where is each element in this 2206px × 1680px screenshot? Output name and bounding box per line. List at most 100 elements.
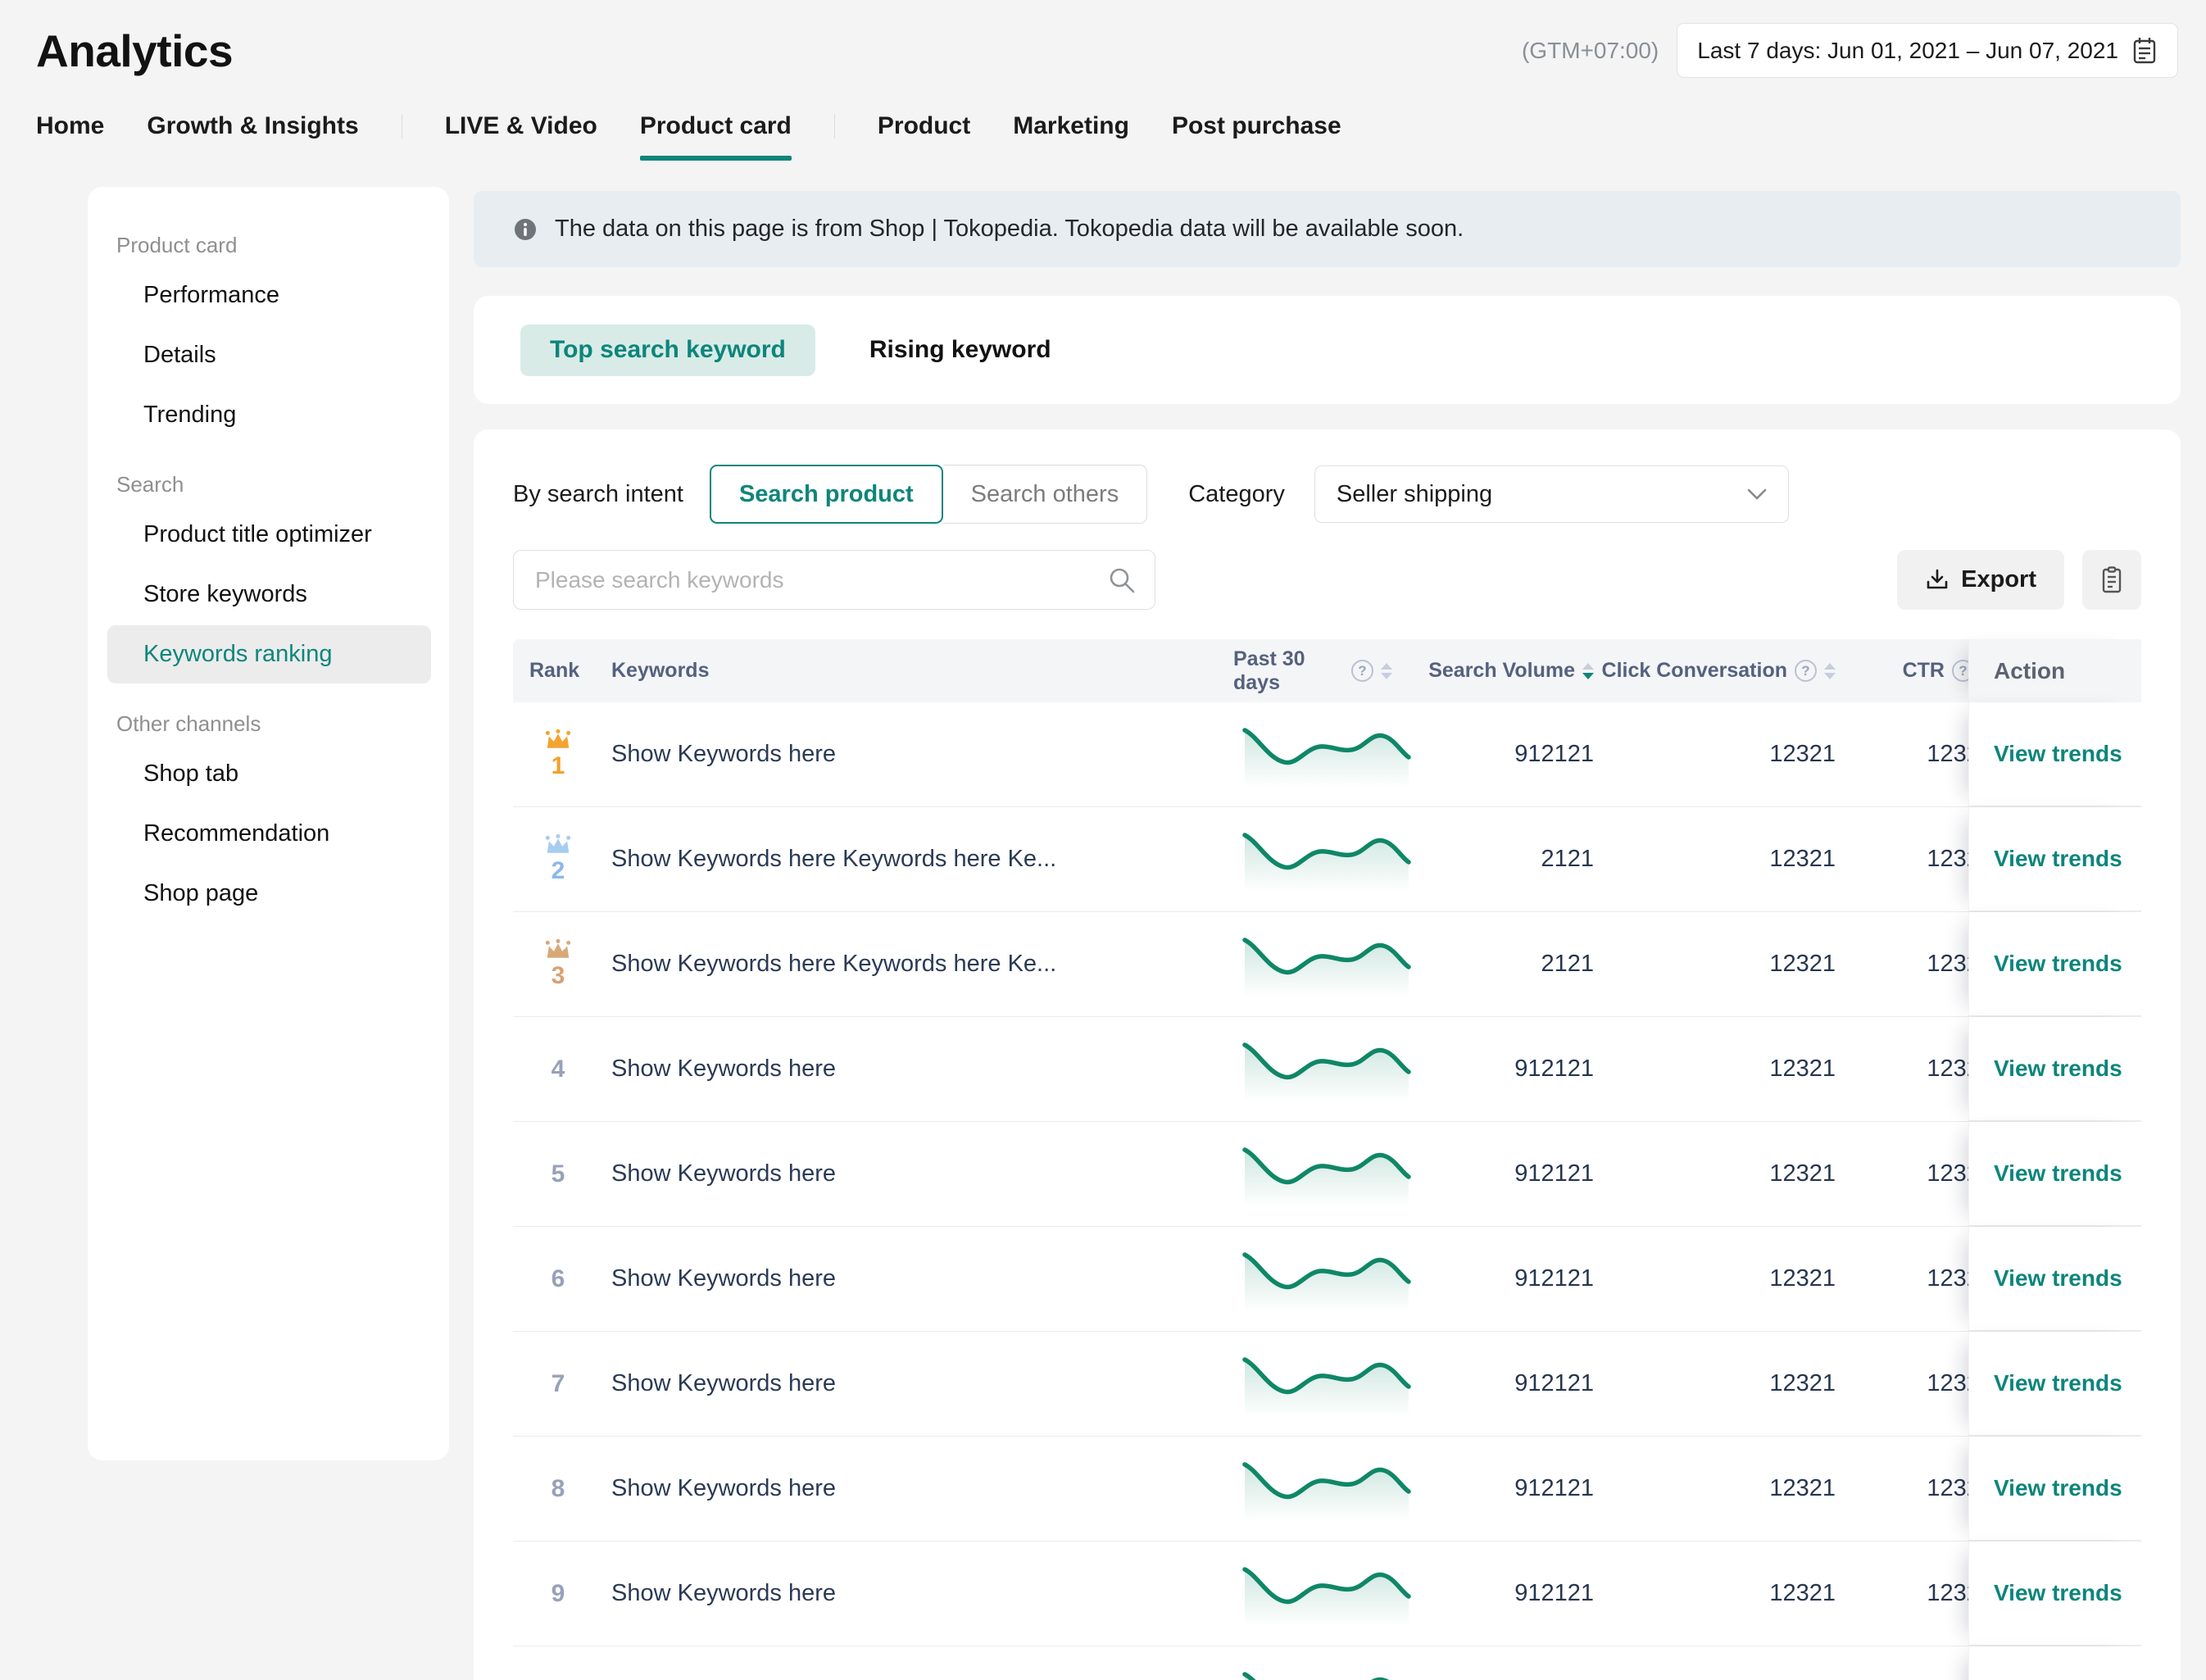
chevron-down-icon [1747,488,1767,500]
trend-sparkline [1240,1660,1414,1680]
trend-sparkline [1240,715,1414,793]
column-header-search-volume[interactable]: Search Volume [1422,659,1594,683]
search-volume-value: 912121 [1422,1160,1594,1187]
rank-number: 5 [552,1160,565,1188]
tab-rising-keyword[interactable]: Rising keyword [840,325,1081,376]
view-trends-link[interactable]: View trends [1994,1580,2122,1606]
info-icon [514,218,537,241]
analytics-page: Analytics (GTM+07:00) Last 7 days: Jun 0… [0,0,2206,1680]
view-trends-link[interactable]: View trends [1994,951,2122,977]
table-row: 5 Show Keywords here 912121 [513,1122,2141,1227]
sort-icon[interactable] [1381,663,1392,679]
main-content: The data on this page is from Shop | Tok… [474,187,2181,1680]
past-30-days-label: Past 30 days [1233,647,1344,695]
search-icon[interactable] [1108,566,1136,594]
sort-icon[interactable] [1824,663,1836,679]
sidebar-item-performance[interactable]: Performance [107,266,431,325]
search-volume-label: Search Volume [1428,659,1575,683]
layout: Product card Performance Details Trendin… [0,187,2206,1680]
view-trends-link[interactable]: View trends [1994,1475,2122,1501]
nav-item-product[interactable]: Product [878,107,970,145]
nav-item-home[interactable]: Home [36,107,104,145]
nav-item-live-video[interactable]: LIVE & Video [445,107,597,145]
table-row [513,1646,2141,1680]
nav-item-marketing[interactable]: Marketing [1013,107,1129,145]
sidebar-item-shop-page[interactable]: Shop page [107,865,431,923]
rank-number: 7 [552,1370,565,1398]
click-conversation-value: 12321 [1594,1580,1836,1607]
column-header-click-conversation[interactable]: Click Conversation [1594,659,1836,683]
keyword-text: Show Keywords here Keywords here Ke... [592,846,1233,873]
search-others-button[interactable]: Search others [943,465,1148,524]
keyword-text: Show Keywords here [592,741,1233,768]
view-trends-link[interactable]: View trends [1994,741,2122,767]
nav-item-growth-insights[interactable]: Growth & Insights [147,107,358,145]
keyword-text: Show Keywords here [592,1370,1233,1397]
keyword-text: Show Keywords here [592,1580,1233,1607]
keyword-text: Show Keywords here [592,1265,1233,1292]
rank-badge: 4 [513,1056,592,1083]
search-volume-value: 912121 [1422,741,1594,768]
trend-sparkline [1240,1135,1414,1213]
keyword-search-input[interactable] [513,550,1155,610]
click-conversation-value: 12321 [1594,1160,1836,1187]
click-conversation-value: 12321 [1594,846,1836,873]
table-row: 4 Show Keywords here 912121 [513,1017,2141,1122]
action-cell: View trends [1968,807,2141,911]
sidebar-item-shop-tab[interactable]: Shop tab [107,745,431,803]
click-conversation-value: 12321 [1594,951,1836,978]
report-list-button[interactable] [2082,550,2141,610]
search-row: Export [513,550,2141,610]
help-icon[interactable] [1351,660,1373,682]
sidebar-item-details[interactable]: Details [107,326,431,384]
trend-cell [1233,1345,1422,1423]
sidebar-item-product-title-optimizer[interactable]: Product title optimizer [107,506,431,564]
download-icon [1925,568,1950,593]
action-cell: View trends [1968,1437,2141,1541]
view-trends-link[interactable]: View trends [1994,1056,2122,1082]
view-trends-link[interactable]: View trends [1994,846,2122,872]
search-intent-segmented: Search product Search others [710,465,1147,524]
click-conversation-value: 12321 [1594,1475,1836,1502]
search-product-button[interactable]: Search product [710,465,943,524]
rank-badge: 2 [513,834,592,885]
sidebar-item-store-keywords[interactable]: Store keywords [107,565,431,624]
nav-item-post-purchase[interactable]: Post purchase [1172,107,1341,145]
action-cell: View trends [1968,702,2141,806]
date-range-text: Last 7 days: Jun 01, 2021 – Jun 07, 2021 [1697,38,2118,64]
trend-cell [1233,1450,1422,1528]
table-row: 7 Show Keywords here 912121 [513,1332,2141,1437]
sort-icon-active-desc[interactable] [1582,663,1594,679]
sidebar-item-keywords-ranking[interactable]: Keywords ranking [107,625,431,683]
nav-item-product-card[interactable]: Product card [640,107,792,145]
keyword-text: Show Keywords here [592,1475,1233,1502]
date-range-picker[interactable]: Last 7 days: Jun 01, 2021 – Jun 07, 2021 [1677,23,2178,78]
view-trends-link[interactable]: View trends [1994,1265,2122,1292]
rank-badge: 1 [513,729,592,780]
category-select-value: Seller shipping [1337,481,1492,508]
trend-sparkline [1240,820,1414,898]
column-header-past-30-days[interactable]: Past 30 days [1233,647,1422,695]
search-volume-value: 912121 [1422,1580,1594,1607]
action-cell: View trends [1968,1542,2141,1646]
tab-top-search-keyword[interactable]: Top search keyword [520,325,815,376]
search-volume-value: 912121 [1422,1265,1594,1292]
rank-badge: 6 [513,1265,592,1293]
click-conversation-label: Click Conversation [1602,659,1787,683]
rank-number: 9 [552,1580,565,1608]
help-icon[interactable] [1795,660,1817,682]
category-select[interactable]: Seller shipping [1314,465,1789,523]
trend-cell [1233,1135,1422,1213]
timezone-label: (GTM+07:00) [1522,38,1659,64]
sidebar-item-trending[interactable]: Trending [107,386,431,444]
trend-cell [1233,1555,1422,1632]
keywords-ranking-card: By search intent Search product Search o… [474,429,2181,1680]
search-intent-label: By search intent [513,481,683,508]
view-trends-link[interactable]: View trends [1994,1370,2122,1396]
export-button[interactable]: Export [1897,550,2064,610]
trend-cell [1233,1240,1422,1318]
table-row: 1 Show Keywords here 912121 [513,702,2141,807]
view-trends-link[interactable]: View trends [1994,1160,2122,1187]
sidebar-item-recommendation[interactable]: Recommendation [107,805,431,863]
table-row: 9 Show Keywords here 912121 [513,1542,2141,1646]
